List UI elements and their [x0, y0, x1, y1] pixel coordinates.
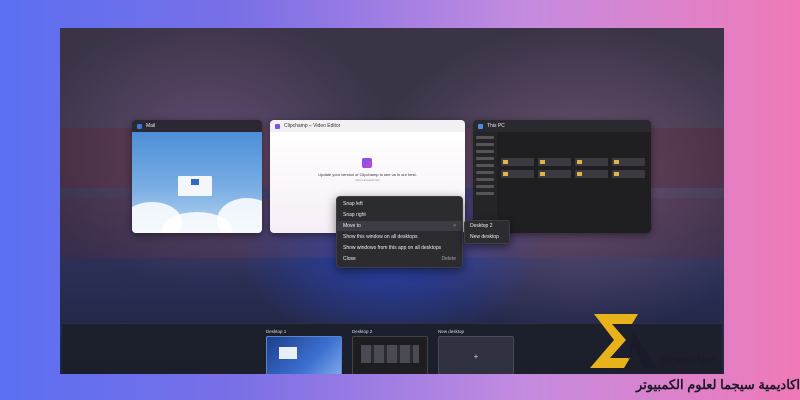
desktop-2[interactable]: Desktop 2 — [352, 328, 428, 374]
cloud — [217, 198, 262, 233]
menu-item-move-to[interactable]: Move to > — [337, 221, 462, 231]
desktop-label: Desktop 1 — [266, 329, 287, 334]
window-title: This PC — [487, 123, 505, 129]
folder-icon — [478, 123, 483, 129]
sigma4pc-logo — [590, 314, 656, 368]
window-title-bar: Clipchamp – Video Editor — [270, 120, 465, 132]
window-title: Mail — [146, 123, 156, 129]
menu-item-show-app-all-desktops[interactable]: Show windows from this app on all deskto… — [337, 243, 462, 253]
submenu-item-new-desktop[interactable]: New desktop — [465, 232, 509, 243]
submenu-item-desktop-2[interactable]: Desktop 2 — [465, 221, 509, 232]
window-preview — [473, 132, 651, 233]
chevron-right-icon: > — [453, 223, 456, 229]
menu-item-close[interactable]: Close Delete — [337, 254, 462, 264]
drive-row — [501, 170, 645, 178]
update-message: Update your version of Clipchamp to see … — [318, 172, 417, 177]
window-context-menu: Snap left Snap right Move to > Show this … — [336, 196, 463, 268]
menu-item-snap-left[interactable]: Snap left — [337, 199, 462, 209]
explorer-sidebar — [473, 132, 497, 233]
update-subtext: Visit microsoft.com — [354, 178, 381, 182]
close-shortcut: Delete — [441, 256, 456, 262]
move-to-submenu: Desktop 2 New desktop — [464, 220, 510, 244]
clipchamp-logo — [362, 158, 372, 168]
menu-item-snap-right[interactable]: Snap right — [337, 210, 462, 220]
brand-name: sigma4pc — [660, 353, 716, 367]
desktop-label: New desktop — [438, 329, 465, 334]
desktop-1[interactable]: Desktop 1 — [266, 328, 342, 374]
plus-icon: + — [473, 351, 479, 361]
window-preview — [132, 132, 262, 233]
mail-icon — [137, 123, 142, 129]
window-title-bar: Mail — [132, 120, 262, 132]
new-desktop-button[interactable]: New desktop + — [438, 328, 514, 374]
drive-row — [501, 158, 645, 166]
sign-in-dialog — [178, 176, 212, 196]
desktop-thumbnail — [352, 336, 428, 374]
clipchamp-icon — [275, 123, 280, 129]
window-thumbnail-this-pc[interactable]: This PC — [473, 120, 651, 233]
desktop-thumbnail — [266, 336, 342, 374]
window-title: Clipchamp – Video Editor — [284, 123, 341, 129]
desktop-label: Desktop 2 — [352, 329, 373, 334]
menu-item-show-window-all-desktops[interactable]: Show this window on all desktops — [337, 232, 462, 242]
new-desktop-thumbnail: + — [438, 336, 514, 374]
window-title-bar: This PC — [473, 120, 651, 132]
brand-arabic-name: اكاديمية سيجما لعلوم الكمبيوتر — [635, 377, 800, 392]
window-thumbnail-mail[interactable]: Mail — [132, 120, 262, 233]
